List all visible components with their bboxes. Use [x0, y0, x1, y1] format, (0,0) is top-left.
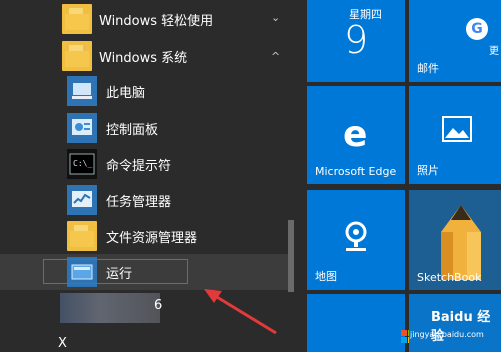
computer-icon [67, 76, 97, 106]
blurred-list-item-suffix: 6 [154, 298, 163, 313]
list-item-command-prompt[interactable]: C:\_ 命令提示符 [0, 146, 288, 182]
list-item-label: Windows 轻松使用 [99, 14, 214, 29]
list-item-control-panel[interactable]: 控制面板 [0, 110, 288, 146]
maps-tile-label: 地图 [315, 270, 337, 283]
list-item-label: 此电脑 [106, 86, 146, 101]
maps-tile[interactable]: 地图 [307, 190, 405, 290]
list-item-windows-system[interactable]: Windows 系统 ^ [0, 38, 288, 74]
section-letter-x: X [58, 336, 67, 351]
command-prompt-icon: C:\_ [67, 149, 97, 179]
blurred-list-item [60, 293, 160, 323]
photos-tile[interactable]: 照片 [409, 86, 501, 184]
list-item-file-explorer[interactable]: 文件资源管理器 [0, 218, 288, 254]
chevron-up-icon: ^ [271, 50, 281, 63]
maps-icon [345, 221, 367, 251]
mail-extra-text: 更 [489, 46, 499, 57]
calendar-tile[interactable]: 星期四 9 [307, 0, 405, 82]
list-item-label: 命令提示符 [106, 159, 172, 174]
file-explorer-icon [67, 221, 97, 251]
chevron-down-icon: ⌄ [271, 11, 281, 24]
calendar-day: 9 [344, 18, 369, 62]
edge-icon: e [343, 114, 368, 155]
store-tile[interactable] [307, 294, 414, 352]
sketchbook-tile-label: SketchBook [417, 271, 482, 284]
partial-tile[interactable]: Baidu 经验 jingyan.baidu.com [409, 294, 501, 352]
folder-icon [62, 41, 92, 71]
mail-tile-label: 邮件 [417, 62, 439, 75]
list-item-label: 控制面板 [106, 123, 159, 138]
edge-tile[interactable]: e Microsoft Edge [307, 86, 405, 184]
mail-tile[interactable]: G 更 邮件 [409, 0, 501, 82]
google-icon: G [466, 18, 488, 40]
scrollbar[interactable] [288, 220, 294, 292]
list-item-label: 文件资源管理器 [106, 231, 198, 246]
control-panel-icon [67, 113, 97, 143]
list-item-label: Windows 系统 [99, 51, 188, 66]
svg-text:C:\_: C:\_ [73, 159, 92, 168]
edge-tile-label: Microsoft Edge [315, 165, 397, 178]
list-item-task-manager[interactable]: 任务管理器 [0, 182, 288, 218]
list-item-label: 任务管理器 [106, 195, 172, 210]
sketchbook-tile[interactable]: SketchBook [409, 190, 501, 290]
watermark-subtext: jingyan.baidu.com [410, 330, 484, 339]
folder-icon [62, 4, 92, 34]
list-item-windows-ease-of-access[interactable]: Windows 轻松使用 ⌄ [0, 1, 288, 37]
highlight-annotation-box [43, 259, 188, 284]
photos-tile-label: 照片 [417, 164, 439, 177]
photos-icon [442, 116, 472, 142]
list-item-this-pc[interactable]: 此电脑 [0, 73, 288, 109]
task-manager-icon [67, 185, 97, 215]
app-list: Windows 轻松使用 ⌄ Windows 系统 ^ 此电脑 控制面板 C:\… [0, 0, 300, 352]
